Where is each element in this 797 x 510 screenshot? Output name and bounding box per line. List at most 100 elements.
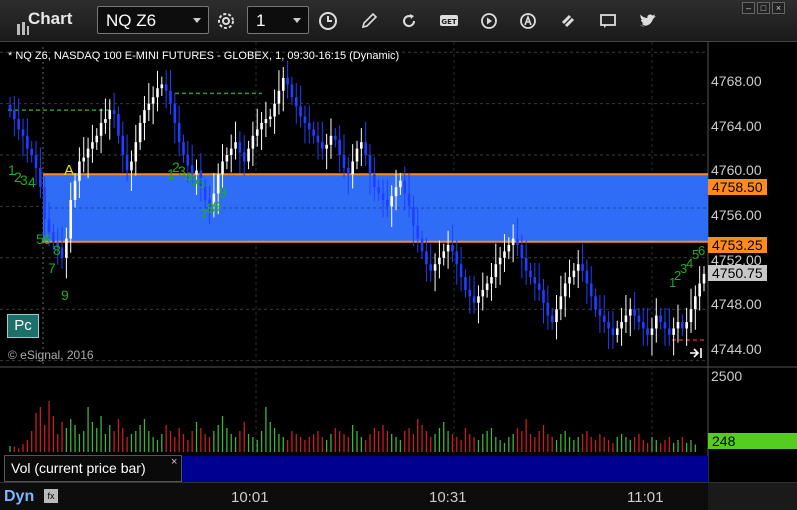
play-button[interactable] [476,8,502,34]
settings-icon [218,13,234,29]
get-button[interactable]: GET [436,8,462,34]
candle-body [468,289,472,297]
candle-body [177,122,181,143]
candle-body [685,322,688,329]
candle-body [65,238,68,258]
candle-body [446,244,450,252]
candle-body [251,135,255,149]
time-tick: 10:01 [231,489,269,506]
candle-body [355,148,359,162]
chart-area[interactable]: 123456789A1234567899123456 * NQ Z6, NASD… [0,42,797,482]
dynamic-mode-label[interactable]: Dyn [4,488,34,506]
candle-body [516,238,519,245]
candle-body [654,315,658,329]
candle-body [511,238,515,245]
candle-body [624,315,628,323]
settings-button[interactable] [213,8,239,34]
candle-body [381,193,385,201]
link-button[interactable] [555,8,581,34]
candle-body [598,309,602,316]
candle-body [277,90,281,104]
candle-body [659,315,662,323]
candle-body [186,155,190,166]
interval-value: 1 [256,11,266,30]
candle-body [121,135,125,156]
candle-body [507,244,511,252]
candle-body [611,328,615,335]
candle-body [260,122,263,130]
candle-body [589,283,593,297]
candle-body [351,161,354,175]
sequence-count: 9 [219,184,227,200]
chart-app-icon [17,22,29,35]
candle-body [17,119,20,130]
sequence-count: 8 [53,242,61,258]
refresh-button[interactable] [396,8,422,34]
scroll-end-icon[interactable] [690,348,702,358]
band-bottom-price-tag: 4753.25 [708,237,767,253]
lock-icon[interactable]: fx [44,489,58,503]
candle-body [8,104,12,111]
candle-body [498,257,502,265]
copyright-label: © eSignal, 2016 [8,348,94,362]
candle-body [407,193,411,207]
current-volume-tag: 248 [708,433,797,449]
candle-body [130,161,133,171]
twitter-button[interactable] [635,8,661,34]
candle-body [117,113,120,136]
candle-body [169,90,172,104]
candle-body [394,187,398,197]
candle-body [52,232,55,243]
candle-body [156,88,159,98]
symbol-dropdown[interactable]: NQ Z6 [97,6,209,34]
candle-body [143,110,146,123]
candle-body [134,142,138,162]
draw-button[interactable] [356,8,382,34]
candle-body [568,277,571,284]
interval-dropdown[interactable]: 1 [247,6,309,34]
candle-body [173,103,177,123]
time-tick: 11:01 [627,489,664,506]
play-icon [481,13,497,29]
candle-body [247,148,250,162]
current-price-tag: 4750.75 [708,265,767,281]
sequence-count: 6 [43,231,51,247]
close-window-button[interactable]: × [772,2,785,14]
candle-body [294,97,298,107]
candle-body [95,135,99,143]
price-chart[interactable]: 123 45 6789A 1234567 899123456 [0,42,797,482]
candle-body [147,103,151,111]
maximize-button[interactable]: □ [757,2,770,14]
candle-body [360,142,363,149]
candle-body [39,167,42,188]
candle-body [459,264,463,278]
sequence-count: 6 [698,243,705,258]
candle-body [602,315,606,323]
candle-body [13,110,16,120]
candle-body [650,328,654,335]
candle-body [399,180,402,188]
minimize-button[interactable]: – [742,2,755,14]
app-title-text: Chart [28,9,73,28]
candle-body [273,103,276,117]
candle-body [342,155,346,168]
time-button[interactable] [315,8,341,34]
candle-body [494,264,498,278]
chat-button[interactable] [595,8,621,34]
candle-body [299,106,302,117]
alert-button[interactable] [515,8,541,34]
volume-bars [9,401,696,452]
candle-body [464,277,467,290]
candle-body [290,84,294,98]
candle-body [104,119,107,123]
pencil-icon [361,12,378,29]
candle-body [368,155,372,175]
candle-body [425,251,428,265]
candle-body [34,155,38,168]
annotation-a: A [64,162,74,179]
volume-study-label[interactable]: Vol (current price bar) [4,455,182,482]
pc-button[interactable]: Pc [7,314,39,338]
close-study-icon[interactable]: × [171,456,177,468]
candle-body [73,180,77,201]
candle-body [78,161,81,181]
